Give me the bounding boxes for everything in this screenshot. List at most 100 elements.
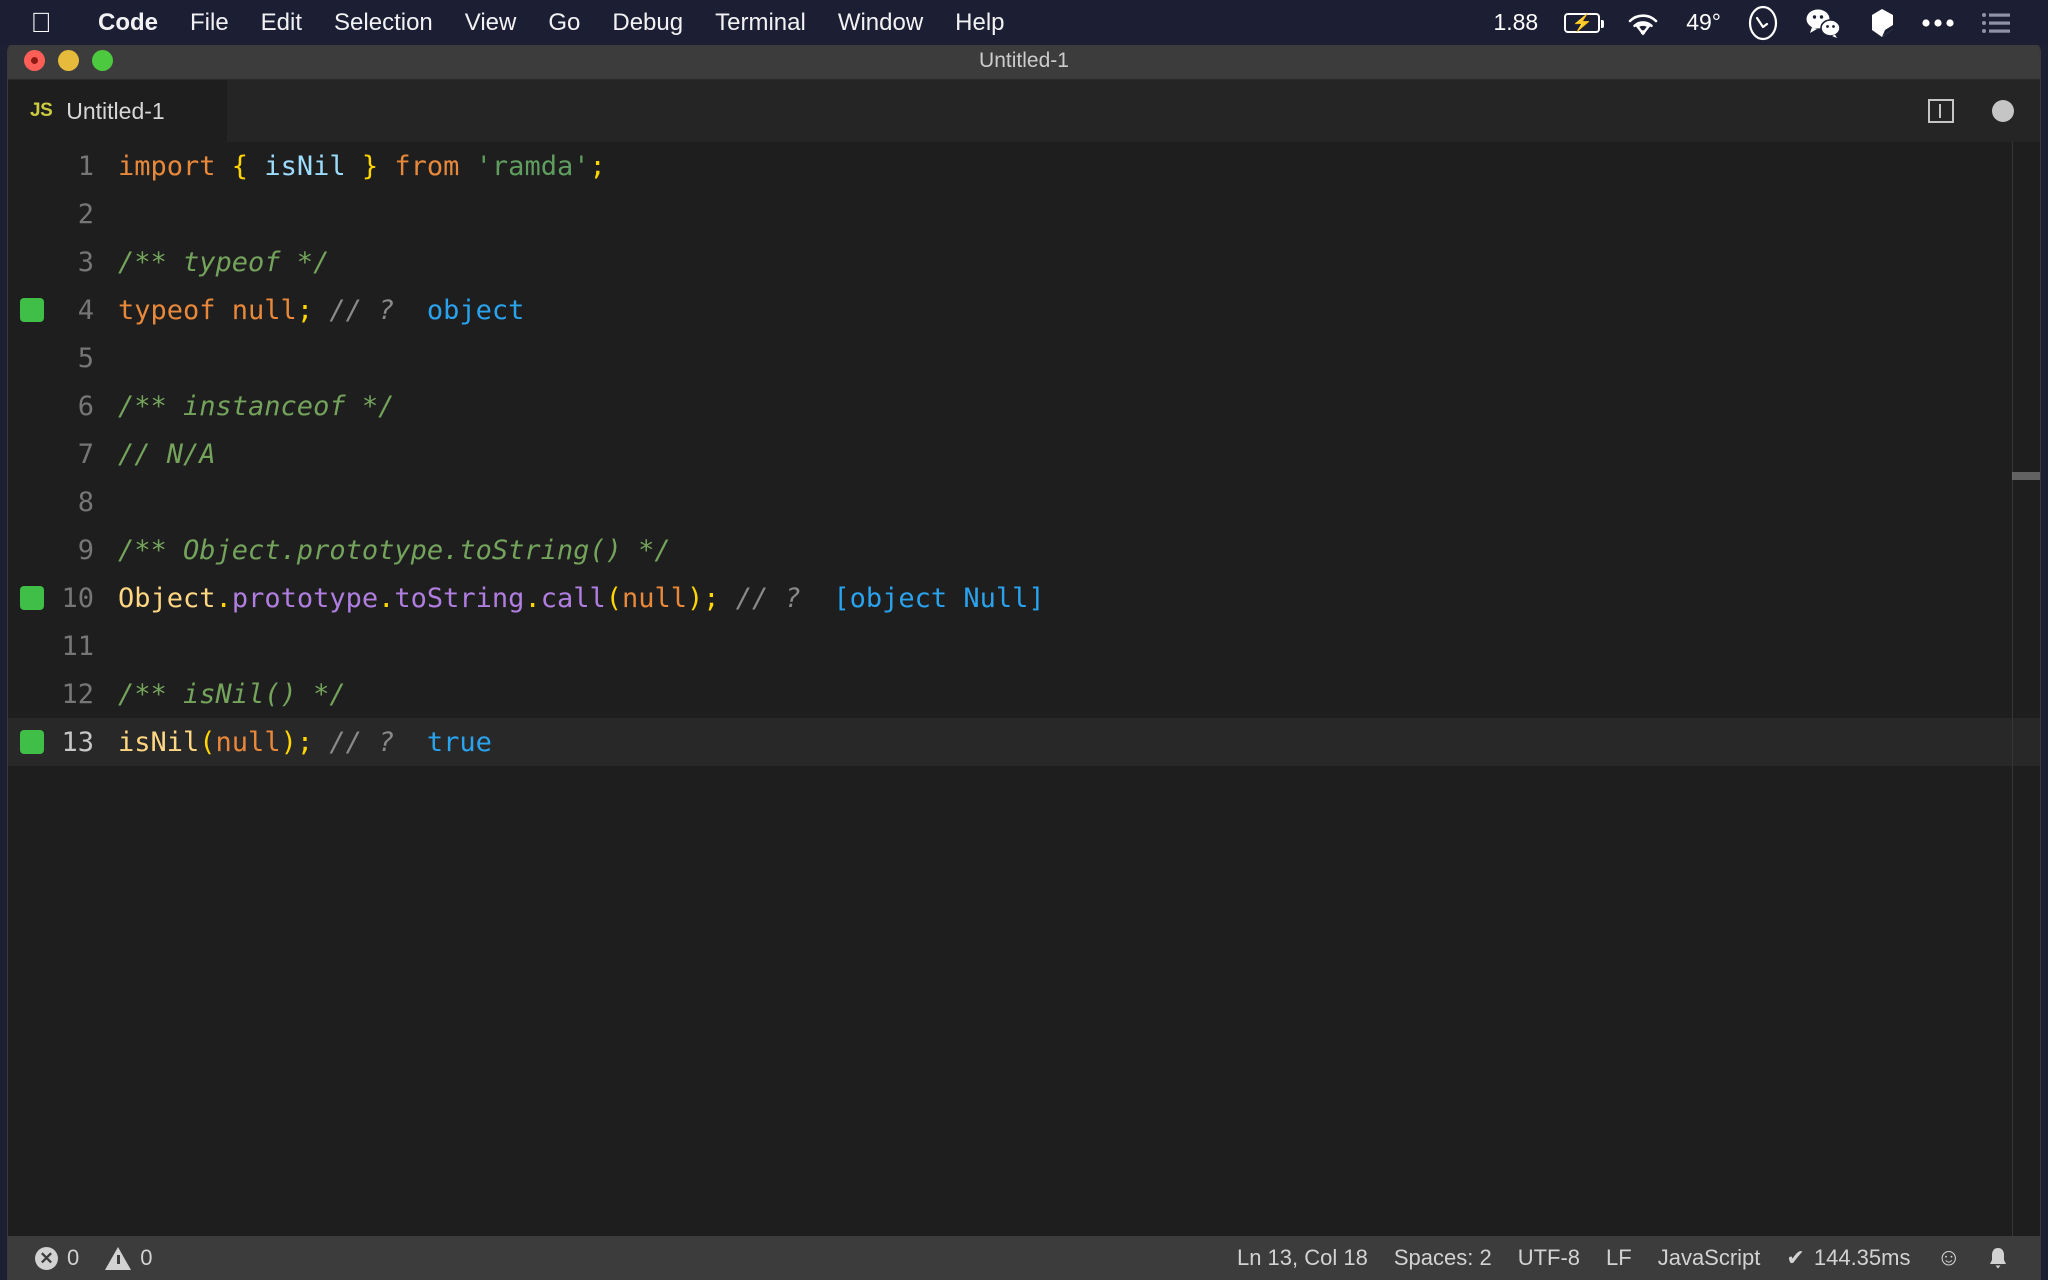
notifications-bell-button[interactable] <box>1974 1246 2022 1270</box>
minimize-button[interactable] <box>58 50 79 71</box>
line-number: 6 <box>77 390 94 422</box>
code-line-8[interactable]: 8 <box>8 478 2040 526</box>
code-line-3[interactable]: 3 /** typeof */ <box>8 238 2040 286</box>
error-icon: ✕ <box>35 1246 58 1270</box>
menu-item-go[interactable]: Go <box>532 0 596 45</box>
token: . <box>524 582 541 614</box>
token: object <box>410 294 525 326</box>
token: ); <box>280 726 314 758</box>
menu-item-terminal[interactable]: Terminal <box>699 0 822 45</box>
token: // ? <box>719 582 818 614</box>
maximize-button[interactable] <box>92 50 113 71</box>
menu-item-code[interactable]: Code <box>82 0 174 45</box>
code-line-12[interactable]: 12 /** isNil() */ <box>8 670 2040 718</box>
bartender-icon[interactable] <box>1856 0 1908 45</box>
status-bar-right: ☺ <box>1923 1246 2040 1270</box>
control-center-list-icon[interactable] <box>1968 0 2024 45</box>
battery-icon[interactable]: ⚡ <box>1551 0 1613 45</box>
token: /** Object.prototype.toString() */ <box>118 534 671 566</box>
unsaved-dot-icon[interactable] <box>1992 100 2014 122</box>
feedback-smiley-button[interactable]: ☺ <box>1923 1246 1974 1270</box>
status-bar-center: Ln 13, Col 18 Spaces: 2 UTF-8 LF JavaScr… <box>1224 1245 1924 1271</box>
tab-untitled-1[interactable]: JS Untitled-1 <box>8 80 228 142</box>
menu-bar-status-items: 1.88 ⚡ 49° <box>1480 0 2048 45</box>
menu-item-help[interactable]: Help <box>939 0 1020 45</box>
menu-item-selection[interactable]: Selection <box>318 0 449 45</box>
problems-warnings[interactable]: 0 <box>92 1245 165 1271</box>
token: isNil <box>118 726 200 758</box>
menu-item-edit[interactable]: Edit <box>245 0 318 45</box>
code-line-5[interactable]: 5 <box>8 334 2040 382</box>
token: import <box>118 150 232 182</box>
token: ; <box>296 294 314 326</box>
window-title-bar: Untitled-1 <box>8 42 2040 80</box>
split-editor-icon[interactable] <box>1928 99 1954 123</box>
token: . <box>215 582 232 614</box>
file-encoding[interactable]: UTF-8 <box>1505 1245 1593 1271</box>
close-button[interactable] <box>24 50 45 71</box>
ellipsis-icon[interactable] <box>1908 0 1968 45</box>
token: ( <box>605 582 622 614</box>
code-line-13[interactable]: 13 isNil(null); // ? true <box>8 718 2040 766</box>
token: isNil <box>248 150 362 182</box>
editor-overview-ruler[interactable] <box>2012 142 2040 1236</box>
menu-item-window[interactable]: Window <box>822 0 939 45</box>
quokka-marker-icon <box>20 298 44 322</box>
wechat-icon[interactable] <box>1792 0 1856 45</box>
tab-label: Untitled-1 <box>66 97 165 124</box>
temperature-indicator[interactable]: 49° <box>1673 0 1734 45</box>
code-line-2[interactable]: 2 <box>8 190 2040 238</box>
token: // N/A <box>118 438 216 470</box>
bell-icon <box>1990 1248 2006 1269</box>
token: from <box>378 150 476 182</box>
overview-ruler-mark <box>2012 472 2040 480</box>
system-load-indicator[interactable]: 1.88 <box>1480 0 1551 45</box>
problems-errors[interactable]: ✕ 0 <box>22 1245 92 1271</box>
quokka-marker-icon <box>20 730 44 754</box>
token: { <box>231 150 249 182</box>
token: ( <box>199 726 216 758</box>
menu-item-debug[interactable]: Debug <box>596 0 699 45</box>
apple-logo-icon[interactable]:  <box>28 8 54 38</box>
indentation-setting[interactable]: Spaces: 2 <box>1381 1245 1505 1271</box>
code-text: /** instanceof */ <box>118 391 2040 422</box>
quokka-time: 144.35ms <box>1813 1245 1911 1270</box>
wifi-icon[interactable] <box>1613 0 1673 45</box>
js-file-icon: JS <box>30 100 53 121</box>
token: [object Null] <box>817 582 1045 614</box>
language-mode[interactable]: JavaScript <box>1645 1245 1774 1271</box>
quokka-runtime[interactable]: ✔ 144.35ms <box>1773 1245 1923 1271</box>
code-editor[interactable]: 1 import { isNil } from 'ramda'; 2 3 /** typ… <box>8 142 2040 1236</box>
smiley-icon: ☺ <box>1936 1244 1961 1271</box>
token: toString <box>394 582 525 614</box>
code-line-10[interactable]: 10 Object.prototype.toString.call(null); … <box>8 574 2040 622</box>
editor-tab-bar: JS Untitled-1 <box>8 80 2040 142</box>
end-of-line-sequence[interactable]: LF <box>1593 1245 1645 1271</box>
code-text: typeof null; // ? object <box>118 295 2040 326</box>
cursor-position[interactable]: Ln 13, Col 18 <box>1224 1245 1381 1271</box>
code-text: /** Object.prototype.toString() */ <box>118 535 2040 566</box>
token: call <box>540 582 606 614</box>
token: /** typeof */ <box>118 246 330 278</box>
code-text: /** isNil() */ <box>118 679 2040 710</box>
token: /** instanceof */ <box>118 390 395 422</box>
code-lines-container: 1 import { isNil } from 'ramda'; 2 3 /** typ… <box>8 142 2040 766</box>
code-line-7[interactable]: 7 // N/A <box>8 430 2040 478</box>
token: ; <box>589 150 606 182</box>
status-bar-left: ✕ 0 0 <box>8 1245 166 1271</box>
code-line-11[interactable]: 11 <box>8 622 2040 670</box>
clock-circle-icon[interactable] <box>1734 0 1792 45</box>
code-line-4[interactable]: 4 typeof null; // ? object <box>8 286 2040 334</box>
line-number: 9 <box>77 534 94 566</box>
menu-item-view[interactable]: View <box>449 0 533 45</box>
menu-bar-items:  Code File Edit Selection View Go Debug… <box>0 0 1021 45</box>
code-line-9[interactable]: 9 /** Object.prototype.toString() */ <box>8 526 2040 574</box>
token: /** isNil() */ <box>118 678 346 710</box>
token: Object <box>118 582 216 614</box>
menu-item-file[interactable]: File <box>174 0 245 45</box>
code-line-1[interactable]: 1 import { isNil } from 'ramda'; <box>8 142 2040 190</box>
warnings-count: 0 <box>140 1245 153 1270</box>
window-title: Untitled-1 <box>979 48 1069 72</box>
code-line-6[interactable]: 6 /** instanceof */ <box>8 382 2040 430</box>
warning-icon <box>105 1246 132 1270</box>
